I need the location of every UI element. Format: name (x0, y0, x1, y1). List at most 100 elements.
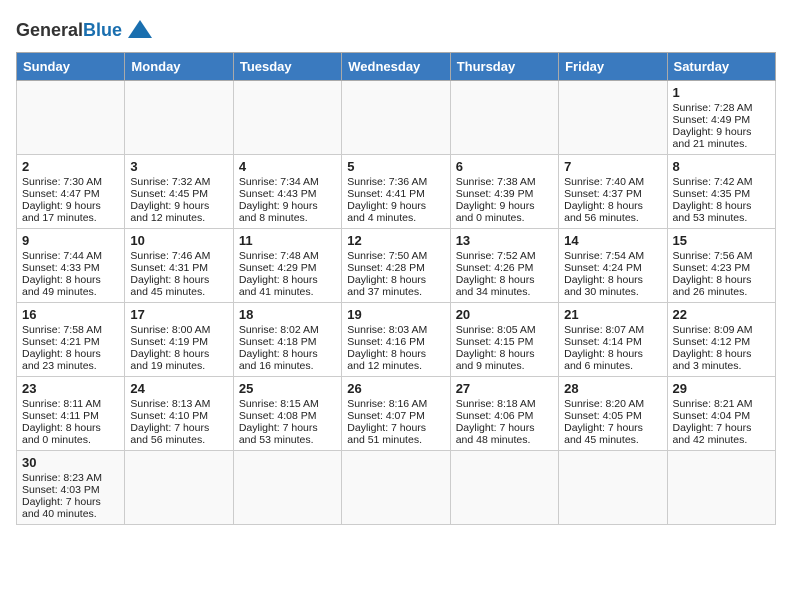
calendar-cell (450, 81, 558, 155)
day-info: Sunrise: 8:18 AM Sunset: 4:06 PM Dayligh… (456, 398, 536, 446)
page-header: GeneralBlue (16, 16, 776, 44)
day-info: Sunrise: 7:50 AM Sunset: 4:28 PM Dayligh… (347, 250, 427, 298)
day-number: 27 (456, 381, 553, 396)
day-info: Sunrise: 8:03 AM Sunset: 4:16 PM Dayligh… (347, 324, 427, 372)
day-number: 29 (673, 381, 770, 396)
day-number: 8 (673, 159, 770, 174)
day-info: Sunrise: 8:23 AM Sunset: 4:03 PM Dayligh… (22, 472, 102, 520)
calendar-table: SundayMondayTuesdayWednesdayThursdayFrid… (16, 52, 776, 525)
logo-text: GeneralBlue (16, 21, 122, 39)
weekday-header: Monday (125, 53, 233, 81)
calendar-cell: 4Sunrise: 7:34 AM Sunset: 4:43 PM Daylig… (233, 155, 341, 229)
calendar-cell: 25 Sunrise: 8:15 AM Sunset: 4:08 PM Dayli… (233, 377, 341, 451)
day-number: 25 (239, 381, 336, 396)
day-number: 26 (347, 381, 444, 396)
calendar-cell (667, 451, 775, 525)
day-number: 16 (22, 307, 119, 322)
day-number: 15 (673, 233, 770, 248)
day-info: Sunrise: 7:42 AM Sunset: 4:35 PM Dayligh… (673, 176, 753, 224)
day-info: Sunrise: 8:15 AM Sunset: 4:08 PM Dayligh… (239, 398, 319, 446)
calendar-cell (342, 451, 450, 525)
day-info: Sunrise: 8:05 AM Sunset: 4:15 PM Dayligh… (456, 324, 536, 372)
day-info: Sunrise: 8:07 AM Sunset: 4:14 PM Dayligh… (564, 324, 644, 372)
day-number: 3 (130, 159, 227, 174)
day-info: Sunrise: 7:48 AM Sunset: 4:29 PM Dayligh… (239, 250, 319, 298)
day-number: 17 (130, 307, 227, 322)
day-number: 19 (347, 307, 444, 322)
calendar-cell: 20 Sunrise: 8:05 AM Sunset: 4:15 PM Dayli… (450, 303, 558, 377)
day-info: Sunrise: 8:20 AM Sunset: 4:05 PM Dayligh… (564, 398, 644, 446)
logo: GeneralBlue (16, 16, 154, 44)
calendar-cell (559, 81, 667, 155)
calendar-cell (125, 81, 233, 155)
day-number: 13 (456, 233, 553, 248)
day-info: Sunrise: 8:09 AM Sunset: 4:12 PM Dayligh… (673, 324, 753, 372)
day-number: 4 (239, 159, 336, 174)
day-info: Sunrise: 7:56 AM Sunset: 4:23 PM Dayligh… (673, 250, 753, 298)
day-number: 21 (564, 307, 661, 322)
calendar-week-row: 30 Sunrise: 8:23 AM Sunset: 4:03 PM Dayli… (17, 451, 776, 525)
day-info: Sunrise: 7:52 AM Sunset: 4:26 PM Dayligh… (456, 250, 536, 298)
calendar-cell: 19 Sunrise: 8:03 AM Sunset: 4:16 PM Dayli… (342, 303, 450, 377)
calendar-cell (450, 451, 558, 525)
day-info: Sunrise: 8:13 AM Sunset: 4:10 PM Dayligh… (130, 398, 210, 446)
logo-icon (126, 16, 154, 44)
day-number: 2 (22, 159, 119, 174)
day-info: Sunrise: 7:32 AM Sunset: 4:45 PM Dayligh… (130, 176, 210, 224)
calendar-cell: 24 Sunrise: 8:13 AM Sunset: 4:10 PM Dayli… (125, 377, 233, 451)
day-number: 7 (564, 159, 661, 174)
weekday-header: Friday (559, 53, 667, 81)
calendar-cell: 22 Sunrise: 8:09 AM Sunset: 4:12 PM Dayli… (667, 303, 775, 377)
calendar-cell: 10 Sunrise: 7:46 AM Sunset: 4:31 PM Dayli… (125, 229, 233, 303)
day-info: Sunrise: 7:28 AM Sunset: 4:49 PM Dayligh… (673, 102, 753, 150)
calendar-cell (125, 451, 233, 525)
weekday-header: Sunday (17, 53, 125, 81)
day-info: Sunrise: 8:02 AM Sunset: 4:18 PM Dayligh… (239, 324, 319, 372)
calendar-week-row: 16 Sunrise: 7:58 AM Sunset: 4:21 PM Dayli… (17, 303, 776, 377)
calendar-cell: 5 Sunrise: 7:36 AM Sunset: 4:41 PM Daylig… (342, 155, 450, 229)
calendar-cell: 29 Sunrise: 8:21 AM Sunset: 4:04 PM Dayli… (667, 377, 775, 451)
day-info: Sunrise: 7:36 AM Sunset: 4:41 PM Dayligh… (347, 176, 427, 224)
day-number: 9 (22, 233, 119, 248)
calendar-cell: 30 Sunrise: 8:23 AM Sunset: 4:03 PM Dayli… (17, 451, 125, 525)
day-info: Sunrise: 7:38 AM Sunset: 4:39 PM Dayligh… (456, 176, 536, 224)
calendar-cell: 21 Sunrise: 8:07 AM Sunset: 4:14 PM Dayli… (559, 303, 667, 377)
day-info: Sunrise: 8:11 AM Sunset: 4:11 PM Dayligh… (22, 398, 101, 446)
calendar-cell: 11 Sunrise: 7:48 AM Sunset: 4:29 PM Dayli… (233, 229, 341, 303)
day-number: 1 (673, 85, 770, 100)
day-number: 11 (239, 233, 336, 248)
calendar-cell (233, 451, 341, 525)
calendar-week-row: 1 Sunrise: 7:28 AM Sunset: 4:49 PM Daylig… (17, 81, 776, 155)
day-number: 24 (130, 381, 227, 396)
calendar-cell: 8 Sunrise: 7:42 AM Sunset: 4:35 PM Daylig… (667, 155, 775, 229)
day-info: Sunrise: 7:40 AM Sunset: 4:37 PM Dayligh… (564, 176, 644, 224)
day-number: 10 (130, 233, 227, 248)
calendar-cell (342, 81, 450, 155)
calendar-cell: 3 Sunrise: 7:32 AM Sunset: 4:45 PM Daylig… (125, 155, 233, 229)
weekday-header: Saturday (667, 53, 775, 81)
calendar-cell: 2 Sunrise: 7:30 AM Sunset: 4:47 PM Daylig… (17, 155, 125, 229)
calendar-cell: 23 Sunrise: 8:11 AM Sunset: 4:11 PM Dayli… (17, 377, 125, 451)
weekday-header: Thursday (450, 53, 558, 81)
day-info: Sunrise: 7:44 AM Sunset: 4:33 PM Dayligh… (22, 250, 102, 298)
calendar-week-row: 9 Sunrise: 7:44 AM Sunset: 4:33 PM Daylig… (17, 229, 776, 303)
day-number: 20 (456, 307, 553, 322)
day-number: 12 (347, 233, 444, 248)
day-number: 5 (347, 159, 444, 174)
day-info: Sunrise: 7:30 AM Sunset: 4:47 PM Dayligh… (22, 176, 102, 224)
day-number: 22 (673, 307, 770, 322)
calendar-cell: 28Sunrise: 8:20 AM Sunset: 4:05 PM Dayli… (559, 377, 667, 451)
day-number: 6 (456, 159, 553, 174)
day-number: 14 (564, 233, 661, 248)
weekday-header: Tuesday (233, 53, 341, 81)
day-info: Sunrise: 8:00 AM Sunset: 4:19 PM Dayligh… (130, 324, 210, 372)
day-number: 18 (239, 307, 336, 322)
calendar-cell: 18 Sunrise: 8:02 AM Sunset: 4:18 PM Dayli… (233, 303, 341, 377)
day-info: Sunrise: 7:46 AM Sunset: 4:31 PM Dayligh… (130, 250, 210, 298)
calendar-cell: 14Sunrise: 7:54 AM Sunset: 4:24 PM Dayli… (559, 229, 667, 303)
day-info: Sunrise: 7:58 AM Sunset: 4:21 PM Dayligh… (22, 324, 102, 372)
day-info: Sunrise: 8:21 AM Sunset: 4:04 PM Dayligh… (673, 398, 753, 446)
day-number: 23 (22, 381, 119, 396)
calendar-cell: 7 Sunrise: 7:40 AM Sunset: 4:37 PM Daylig… (559, 155, 667, 229)
day-number: 30 (22, 455, 119, 470)
